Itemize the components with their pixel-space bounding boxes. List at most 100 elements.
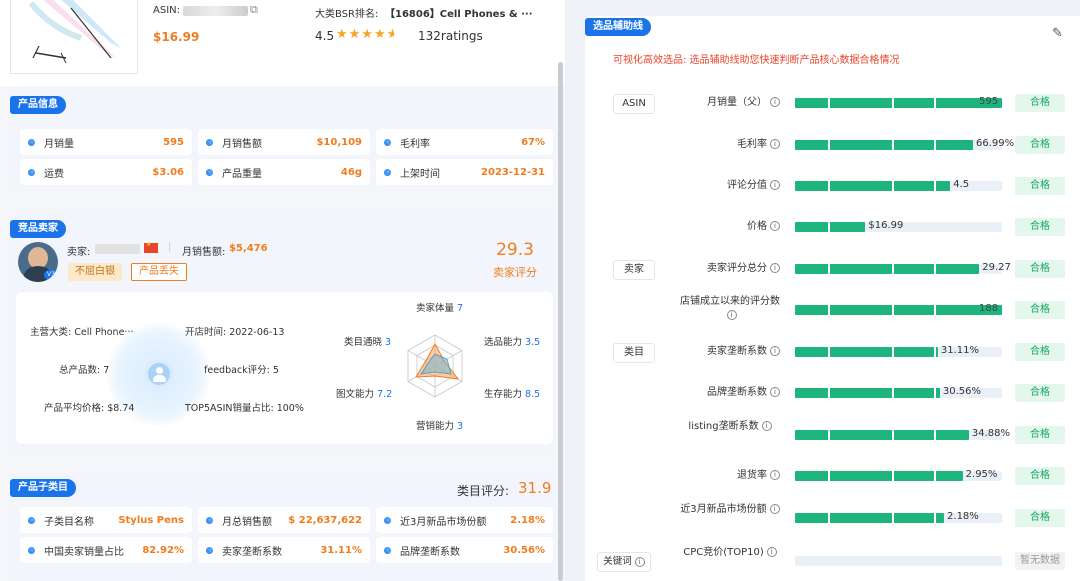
guide-row: 店铺成立以来的评分数i 188 合格 [585, 295, 1080, 325]
asin-redacted [183, 6, 248, 16]
seller-score-label: 卖家评分 [493, 266, 537, 279]
guide-row-label: 店铺成立以来的评分数i [680, 296, 780, 320]
guide-bar-fill [795, 222, 866, 232]
guide-bar-value: $16.99 [868, 220, 904, 231]
info-icon[interactable]: i [766, 547, 777, 557]
guide-status-badge: 暂无数据 [1015, 552, 1065, 570]
guide-bar-fill [795, 471, 963, 481]
guide-bar-fill [795, 264, 980, 274]
category-score-label: 类目评分: [457, 484, 510, 498]
radar-axis-marketing: 营销能力 3 [416, 421, 464, 432]
guide-row: 毛利率 i 66.99% 合格 [585, 130, 1080, 160]
guide-bar-fill [795, 430, 969, 440]
radar-axis-category: 类目通晓 3 [344, 337, 392, 348]
guide-row: 卖家垄断系数 i 31.11% 合格 [585, 337, 1080, 367]
top5-share: TOP5ASIN销量占比: 100% [185, 403, 304, 414]
divider: | [168, 242, 172, 253]
guide-row-label: 退货率 i [737, 469, 780, 483]
guide-bar-value: 2.18% [947, 511, 979, 522]
guide-bar-value: 30.56% [942, 386, 982, 397]
cell-listed-date: 上架时间 2023-12-31 [376, 159, 553, 185]
guide-row: 品牌垄断系数 i 30.56% 合格 [585, 378, 1080, 408]
cell-total-revenue: 月总销售额 $ 22,637,622 [198, 507, 370, 533]
left-scrollbar[interactable] [558, 62, 563, 581]
tag-silver: 不屈白银 [68, 263, 122, 281]
guide-status-badge: 合格 [1015, 177, 1065, 195]
guide-row: 月销量（父） i 595 合格 [585, 88, 1080, 118]
guide-bar-track [795, 140, 1002, 150]
info-icon[interactable]: i [770, 139, 780, 149]
product-thumbnail[interactable] [10, 0, 138, 74]
info-icon[interactable]: i [769, 504, 780, 514]
monthly-sales-value: $5,476 [229, 243, 268, 254]
monthly-sales-label: 月销售额: [182, 247, 226, 258]
guide-bar-fill [795, 98, 1002, 108]
guide-bar-track [795, 264, 1002, 274]
guide-row-label: 毛利率 i [737, 138, 780, 152]
guide-bar-value: 188 [979, 303, 999, 314]
info-icon[interactable]: i [770, 180, 780, 190]
product-info-card: 产品信息 月销量 595 月销售额 $10,109 毛利率 67% 运费 $3.06 产… [10, 91, 555, 189]
radar-axis-survival: 生存能力 8.5 [484, 389, 541, 400]
guide-status-badge: 合格 [1015, 136, 1065, 154]
cell-weight: 产品重量 46g [198, 159, 370, 185]
guide-row-label: 近3月新品市场份额 i [680, 503, 780, 517]
guide-row: 卖家评分总分 i 29.27 合格 [585, 254, 1080, 284]
cell-subcategory-name: 子类目名称 Stylus Pens [20, 507, 192, 533]
cell-shipping: 运费 $3.06 [20, 159, 192, 185]
info-icon[interactable]: i [770, 346, 780, 356]
guide-bar-value: 2.95% [965, 469, 998, 480]
rating-value: 4.5 [315, 29, 335, 43]
copy-icon[interactable]: ⧉ [250, 3, 258, 17]
info-icon[interactable]: i [770, 97, 780, 107]
cell-monthly-revenue: 月销售额 $10,109 [198, 129, 370, 155]
guide-bar-value: 34.88% [971, 428, 1011, 439]
cell-seller-monopoly: 卖家垄断系数 31.11% [198, 537, 370, 563]
info-icon[interactable]: i [726, 310, 737, 320]
guide-status-badge: 合格 [1015, 384, 1065, 402]
edit-icon[interactable]: ✎ [1052, 26, 1063, 41]
guide-status-badge: 合格 [1015, 218, 1065, 236]
ratings-count[interactable]: 132ratings [418, 29, 483, 43]
info-icon[interactable]: i [761, 421, 772, 431]
info-icon[interactable]: i [770, 263, 780, 273]
total-products: 总产品数: 7 [59, 365, 110, 376]
guide-row: listing垄断系数 i 34.88% 合格 [585, 420, 1080, 450]
guide-status-badge: 合格 [1015, 260, 1065, 278]
category-score-value: 31.9 [518, 479, 552, 497]
guide-bar-value: 66.99% [976, 138, 1015, 149]
seller-avatar: V3 [18, 242, 58, 282]
guide-bar-value: 29.27 [982, 262, 1011, 273]
guide-bar-fill [795, 513, 945, 523]
seller-badge: 竞品卖家 [10, 220, 66, 238]
guide-row: 价格 i $16.99 合格 [585, 212, 1080, 242]
guide-bar-fill [795, 305, 1002, 315]
subcategory-badge: 产品子类目 [10, 479, 76, 497]
info-icon[interactable]: i [770, 221, 780, 231]
guide-bar-value: 4.5 [953, 179, 970, 190]
guide-bar-fill [795, 140, 974, 150]
cell-monthly-sales: 月销量 595 [20, 129, 192, 155]
avg-price: 产品平均价格: $8.74 [44, 403, 135, 414]
guide-row: CPC竞价(TOP10) i 暂无数据 [585, 546, 1080, 576]
bsr-label: 大类BSR排名: [315, 9, 379, 20]
guide-bar-fill [795, 388, 940, 398]
guide-row-label: 月销量（父） i [707, 96, 780, 110]
info-icon[interactable]: i [770, 387, 780, 397]
cell-china-share: 中国卖家销量占比 82.92% [20, 537, 192, 563]
product-info-badge: 产品信息 [10, 96, 66, 114]
guide-row: 评论分值 i 4.5 合格 [585, 171, 1080, 201]
user-icon [145, 360, 173, 388]
radar-axis-selection: 选品能力 3.5 [484, 337, 541, 348]
guide-status-badge: 合格 [1015, 509, 1065, 527]
guide-bar-track [795, 98, 1002, 108]
open-time: 开店时间: 2022-06-13 [185, 327, 285, 338]
guide-row-label: 卖家垄断系数 i [707, 345, 780, 359]
bsr-value[interactable]: 【16806】Cell Phones & ··· [385, 5, 533, 20]
seller-name-redacted[interactable] [95, 244, 140, 254]
subcategory-card: 产品子类目 类目评分: 31.9 子类目名称 Stylus Pens 月总销售额 $… [10, 473, 555, 581]
info-icon[interactable]: i [770, 470, 780, 480]
guide-row: 近3月新品市场份额 i 2.18% 合格 [585, 503, 1080, 533]
guide-row-label: listing垄断系数 i [680, 420, 780, 434]
guide-row-label: CPC竞价(TOP10) i [680, 546, 780, 560]
